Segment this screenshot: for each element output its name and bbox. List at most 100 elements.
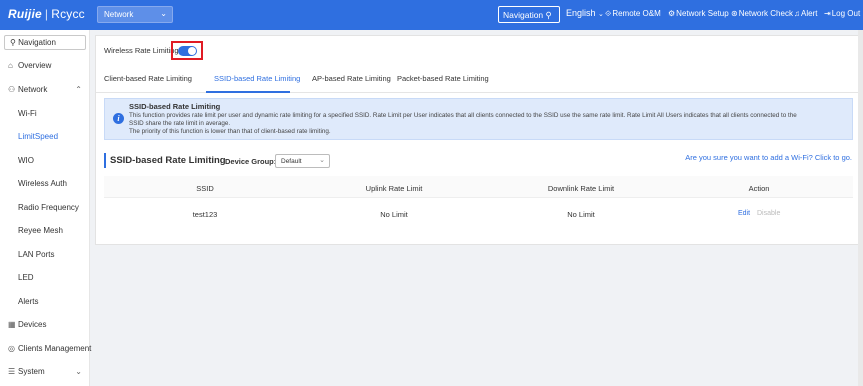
network-select[interactable]: Network ⌄	[97, 6, 173, 23]
tab-ssid-based[interactable]: SSID-based Rate Limiting	[214, 74, 300, 83]
section-marker	[104, 153, 106, 168]
sidebar-navigation-search[interactable]: ⚲ Navigation	[4, 35, 86, 50]
sidebar-item-wifi[interactable]: Wi-Fi	[0, 109, 90, 118]
sidebar-item-wireless-auth[interactable]: Wireless Auth	[0, 179, 90, 188]
chevron-down-icon: ⌄	[75, 367, 82, 376]
chevron-down-icon: ⌄	[160, 9, 167, 18]
active-tab-indicator	[206, 91, 290, 93]
language-label: English	[566, 8, 596, 18]
page-scrollbar[interactable]	[858, 30, 863, 386]
navigation-search-button[interactable]: Navigation ⚲	[498, 6, 560, 23]
edit-button[interactable]: Edit	[738, 210, 750, 217]
table-header: SSID Uplink Rate Limit Downlink Rate Lim…	[104, 176, 853, 198]
sidebar-item-label: LimitSpeed	[18, 132, 59, 141]
sidebar-item-label: WIO	[18, 156, 34, 165]
column-header-action: Action	[748, 184, 770, 193]
alert-link[interactable]: ♫Alert	[794, 9, 817, 18]
sidebar-item-label: LED	[18, 273, 34, 282]
toggle-knob	[188, 47, 196, 55]
navigation-search-label: Navigation	[503, 10, 544, 20]
info-line: The priority of this function is lower t…	[129, 128, 331, 135]
system-icon: ☰	[8, 367, 16, 376]
sidebar-item-label: LAN Ports	[18, 250, 55, 259]
network-check-label: Network Check	[738, 9, 793, 18]
wireless-rate-limiting-toggle[interactable]	[178, 46, 197, 56]
devices-icon: ▦	[8, 320, 16, 329]
sidebar-item-alerts[interactable]: Alerts	[0, 297, 90, 306]
highlight-box	[171, 41, 203, 60]
search-icon: ⚲	[10, 38, 16, 47]
sidebar-item-clients-management[interactable]: ◎ Clients Management	[0, 344, 92, 353]
tab-ap-based[interactable]: AP-based Rate Limiting	[312, 74, 391, 83]
sidebar-item-label: Clients Management	[18, 344, 92, 353]
sidebar-item-network[interactable]: ⚇ Network ⌃	[0, 85, 90, 94]
info-text: This function provides rate limit per us…	[129, 112, 844, 136]
sidebar-item-label: System	[18, 367, 45, 376]
rate-limit-panel: Wireless Rate Limiting Client-based Rate…	[95, 35, 861, 245]
network-setup-label: Network Setup	[676, 9, 729, 18]
sidebar-item-radio-frequency[interactable]: Radio Frequency	[0, 203, 90, 212]
language-select[interactable]: English ⌄	[566, 8, 604, 18]
log-out-link[interactable]: ⇥Log Out	[824, 9, 860, 18]
sidebar-item-wio[interactable]: WIO	[0, 156, 90, 165]
sidebar-item-label: Wi-Fi	[18, 109, 37, 118]
network-check-link[interactable]: ⊛Network Check	[731, 9, 793, 18]
logout-icon: ⇥	[824, 9, 831, 18]
brand-logo: Ruijie | Rcycc	[8, 7, 85, 21]
chevron-down-icon: ⌄	[598, 11, 604, 18]
device-group-value: Default	[281, 158, 302, 165]
tab-packet-based[interactable]: Packet-based Rate Limiting	[397, 74, 489, 83]
brand-name: Ruijie	[8, 7, 42, 21]
column-header-downlink: Downlink Rate Limit	[547, 184, 615, 193]
sidebar-item-label: Wireless Auth	[18, 179, 67, 188]
info-line: SSID share the rate limit in average.	[129, 120, 231, 127]
remote-om-label: Remote O&M	[612, 9, 661, 18]
sidebar-item-label: Network	[18, 85, 48, 94]
top-bar: Ruijie | Rcycc Network ⌄ Navigation ⚲ Engl…	[0, 0, 863, 30]
remote-icon: ⟐	[605, 9, 612, 18]
sidebar-item-label: Reyee Mesh	[18, 226, 63, 235]
device-group-select[interactable]: Default ⌄	[275, 154, 330, 168]
chevron-down-icon: ⌄	[319, 157, 325, 164]
gear-icon: ⚙	[668, 9, 676, 18]
sidebar-item-label: Overview	[18, 61, 52, 70]
network-setup-link[interactable]: ⚙Network Setup	[668, 9, 729, 18]
info-line: This function provides rate limit per us…	[129, 112, 797, 119]
sidebar: ⚲ Navigation ⌂ Overview ⚇ Network ⌃ Wi-Fi …	[0, 30, 92, 386]
remote-om-link[interactable]: ⟐Remote O&M	[605, 9, 661, 19]
sidebar-item-limitspeed[interactable]: LimitSpeed	[0, 132, 90, 141]
sidebar-item-label: Radio Frequency	[18, 203, 79, 212]
search-icon: ⚲	[545, 10, 552, 20]
cell-downlink: No Limit	[567, 210, 595, 219]
column-header-uplink: Uplink Rate Limit	[365, 184, 423, 193]
device-group-label: Device Group:	[225, 157, 277, 166]
sidebar-item-overview[interactable]: ⌂ Overview	[0, 61, 90, 70]
sidebar-item-lan-ports[interactable]: LAN Ports	[0, 250, 90, 259]
info-icon: i	[113, 113, 124, 124]
section-title: SSID-based Rate Limiting	[110, 155, 226, 166]
chevron-up-icon: ⌃	[75, 85, 82, 94]
network-select-value: Network	[104, 10, 134, 19]
cell-ssid: test123	[192, 210, 218, 219]
info-title: SSID-based Rate Limiting	[129, 102, 221, 111]
log-out-label: Log Out	[831, 9, 861, 18]
home-icon: ⌂	[8, 61, 13, 70]
sidebar-item-label: Devices	[18, 320, 47, 329]
sidebar-item-system[interactable]: ☰ System ⌄	[0, 367, 90, 376]
info-banner: i SSID-based Rate Limiting This function…	[104, 98, 853, 140]
clients-icon: ◎	[8, 344, 15, 353]
sidebar-item-label: Alerts	[18, 297, 39, 306]
sidebar-item-devices[interactable]: ▦ Devices	[0, 320, 90, 329]
sidebar-item-led[interactable]: LED	[0, 273, 90, 282]
tab-client-based[interactable]: Client-based Rate Limiting	[104, 74, 192, 83]
disable-button[interactable]: Disable	[757, 210, 780, 217]
table-row: test123 No Limit No Limit Edit Disable	[104, 198, 853, 228]
sidebar-navigation-label: Navigation	[18, 38, 56, 47]
sidebar-item-reyee-mesh[interactable]: Reyee Mesh	[0, 226, 90, 235]
add-wifi-link[interactable]: Are you sure you want to add a Wi-Fi? Cl…	[685, 153, 852, 162]
brand-sub: Rcycc	[51, 7, 85, 21]
bell-icon: ♫	[794, 9, 800, 18]
wireless-rate-limiting-label: Wireless Rate Limiting	[104, 46, 179, 55]
cell-uplink: No Limit	[380, 210, 408, 219]
alert-label: Alert	[801, 9, 818, 18]
